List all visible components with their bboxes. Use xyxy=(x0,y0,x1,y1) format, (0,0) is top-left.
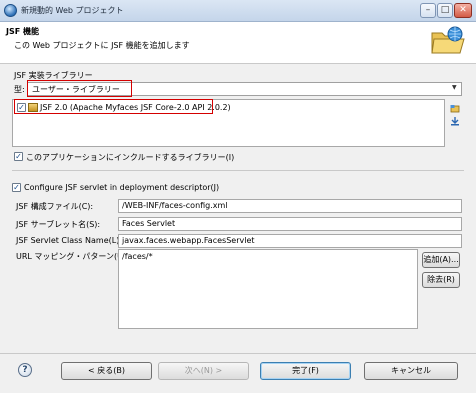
next-button[interactable]: 次へ(N) > xyxy=(158,362,249,380)
eclipse-icon xyxy=(4,4,17,17)
config-file-value: /WEB-INF/faces-config.xml xyxy=(122,201,228,210)
page-title: JSF 機能 xyxy=(6,27,39,36)
download-library-icon[interactable] xyxy=(450,116,460,126)
configure-servlet-checkbox[interactable]: ✓ xyxy=(12,183,21,192)
url-mapping-item[interactable]: /faces/* xyxy=(122,252,153,261)
servlet-name-label: JSF サーブレット名(S): xyxy=(16,220,101,229)
back-button[interactable]: < 戻る(B) xyxy=(61,362,152,380)
highlight-type-box xyxy=(27,80,132,97)
maximize-button[interactable]: □ xyxy=(437,3,453,18)
footer-divider xyxy=(0,353,476,354)
url-mapping-label: URL マッピング・パターン(U): xyxy=(16,252,129,261)
remove-mapping-button[interactable]: 除去(R) xyxy=(422,272,460,288)
minimize-button[interactable]: – xyxy=(420,3,436,18)
finish-button[interactable]: 完了(F) xyxy=(260,362,351,380)
window-title: 新規動的 Web プロジェクト xyxy=(21,6,124,15)
url-mapping-list[interactable] xyxy=(118,249,418,329)
include-library-checkbox[interactable]: ✓ xyxy=(14,152,23,161)
add-mapping-button[interactable]: 追加(A)... xyxy=(422,252,460,268)
chevron-down-icon[interactable]: ▼ xyxy=(452,84,457,91)
configure-servlet-label: Configure JSF servlet in deployment desc… xyxy=(24,183,220,192)
page-description: この Web プロジェクトに JSF 機能を追加します xyxy=(14,41,190,50)
highlight-library-box xyxy=(14,99,213,114)
config-file-label: JSF 構成ファイル(C): xyxy=(16,202,94,211)
folder-globe-icon xyxy=(431,26,465,54)
close-button[interactable]: ✕ xyxy=(454,3,472,18)
manage-libraries-icon[interactable] xyxy=(450,104,460,114)
type-label: 型: xyxy=(14,85,25,94)
include-library-label: このアプリケーションにインクルードするライブラリー(I) xyxy=(26,153,235,162)
servlet-class-value: javax.faces.webapp.FacesServlet xyxy=(122,236,255,245)
divider xyxy=(12,170,464,171)
servlet-class-label: JSF Servlet Class Name(L): xyxy=(16,236,123,245)
servlet-name-value: Faces Servlet xyxy=(122,219,176,228)
cancel-button[interactable]: キャンセル xyxy=(364,362,458,380)
help-icon[interactable]: ? xyxy=(18,363,32,377)
